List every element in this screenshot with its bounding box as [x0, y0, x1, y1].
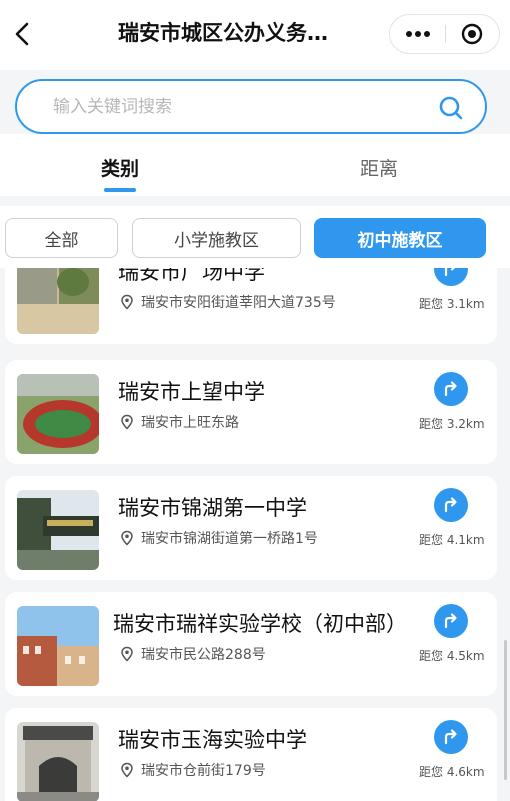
courtyard-photo	[17, 268, 99, 334]
close-button[interactable]	[461, 23, 483, 45]
more-dots-icon	[406, 31, 412, 37]
navigate-arrow-icon	[444, 381, 457, 397]
list-item[interactable]: 瑞安市瑞祥实验学校（初中部） 瑞安市民公路288号 距您 4.5km	[5, 592, 497, 696]
back-arrow-icon	[15, 22, 29, 46]
target-close-icon	[461, 23, 483, 45]
navigate-button[interactable]	[434, 268, 468, 286]
arch-gate-photo	[17, 722, 99, 801]
address-text: 瑞安市锦湖街道第一桥路1号	[141, 531, 318, 547]
filter-bar: 全部 小学施教区 初中施教区	[0, 206, 510, 268]
school-name: 瑞安市锦湖第一中学	[118, 496, 307, 520]
distance-label: 距您 3.1km	[419, 297, 485, 311]
tab-category[interactable]: 类别	[101, 154, 139, 181]
list-item[interactable]: 瑞安市广场中学 瑞安市安阳街道莘阳大道735号 距您 3.1km	[5, 268, 497, 344]
school-list: 瑞安市广场中学 瑞安市安阳街道莘阳大道735号 距您 3.1km 瑞安市上望中学…	[0, 268, 510, 801]
navigate-arrow-icon	[444, 497, 457, 513]
distance-label: 距您 3.2km	[419, 417, 485, 431]
filter-middle-chip[interactable]: 初中施教区	[314, 218, 486, 258]
school-address: 瑞安市上旺东路	[119, 412, 239, 432]
navigate-button[interactable]	[434, 604, 468, 638]
back-button[interactable]	[8, 18, 36, 50]
running-track-photo	[17, 374, 99, 454]
school-gate-photo	[17, 490, 99, 570]
navigate-button[interactable]	[434, 720, 468, 754]
navigate-button[interactable]	[434, 488, 468, 522]
filter-all-chip[interactable]: 全部	[5, 218, 118, 258]
list-item[interactable]: 瑞安市玉海实验中学 瑞安市仓前街179号 距您 4.6km	[5, 708, 497, 801]
school-name: 瑞安市广场中学	[118, 268, 265, 284]
campus-building-photo	[17, 606, 99, 686]
capsule-divider	[445, 25, 446, 43]
address-text: 瑞安市安阳街道莘阳大道735号	[141, 295, 336, 311]
list-item[interactable]: 瑞安市锦湖第一中学 瑞安市锦湖街道第一桥路1号 距您 4.1km	[5, 476, 497, 580]
school-address: 瑞安市仓前街179号	[119, 760, 266, 780]
tab-distance[interactable]: 距离	[360, 154, 398, 181]
address-text: 瑞安市民公路288号	[141, 647, 266, 663]
school-address: 瑞安市锦湖街道第一桥路1号	[119, 528, 318, 548]
tab-bar: 类别 距离	[0, 134, 510, 196]
navigate-button[interactable]	[434, 372, 468, 406]
search-input[interactable]	[53, 93, 413, 121]
page-title: 瑞安市城区公办义务…	[118, 21, 328, 45]
search-box	[15, 79, 487, 134]
navigate-arrow-icon	[444, 729, 457, 745]
address-text: 瑞安市上旺东路	[141, 415, 239, 431]
mini-program-capsule	[389, 14, 500, 54]
filter-primary-chip[interactable]: 小学施教区	[132, 218, 301, 258]
more-button[interactable]	[402, 15, 434, 53]
address-text: 瑞安市仓前街179号	[141, 763, 266, 779]
active-tab-indicator	[104, 188, 136, 192]
list-item[interactable]: 瑞安市上望中学 瑞安市上旺东路 距您 3.2km	[5, 360, 497, 464]
distance-label: 距您 4.1km	[419, 533, 485, 547]
distance-label: 距您 4.5km	[419, 649, 485, 663]
distance-label: 距您 4.6km	[419, 765, 485, 779]
school-name: 瑞安市玉海实验中学	[118, 728, 307, 752]
location-pin-icon	[121, 414, 133, 430]
navigate-arrow-icon	[444, 613, 457, 629]
location-pin-icon	[121, 530, 133, 546]
navigate-arrow-icon	[444, 268, 456, 277]
school-name: 瑞安市上望中学	[118, 380, 265, 404]
top-bar: 瑞安市城区公办义务…	[0, 0, 510, 70]
search-icon[interactable]	[437, 94, 465, 122]
location-pin-icon	[121, 762, 133, 778]
school-address: 瑞安市安阳街道莘阳大道735号	[119, 292, 336, 312]
school-address: 瑞安市民公路288号	[119, 644, 266, 664]
location-pin-icon	[121, 646, 133, 662]
location-pin-icon	[121, 294, 133, 310]
list-scrollbar[interactable]	[504, 640, 507, 780]
